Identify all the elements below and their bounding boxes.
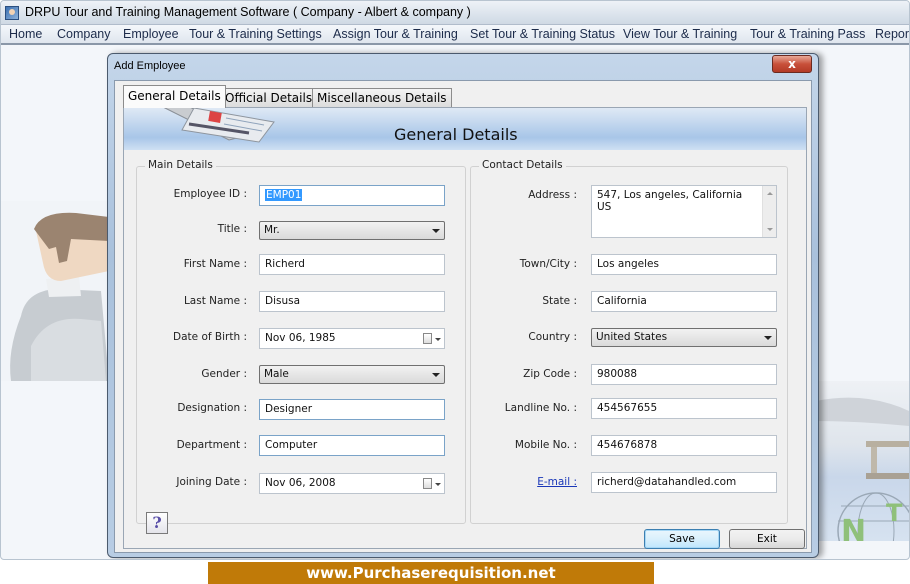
section-heading: General Details [394,125,518,144]
date-of-birth-picker[interactable]: Nov 06, 1985 [259,328,445,349]
menu-tour-training-pass[interactable]: Tour & Training Pass [750,27,865,41]
menu-employee[interactable]: Employee [123,27,179,41]
window-title: DRPU Tour and Training Management Softwa… [25,5,471,19]
menu-home[interactable]: Home [9,27,42,41]
menu-view-tour-training[interactable]: View Tour & Training [623,27,737,41]
menu-company[interactable]: Company [57,27,111,41]
calendar-icon[interactable] [423,333,432,344]
zip-code-input[interactable]: 980088 [591,364,777,385]
town-city-input[interactable]: Los angeles [591,254,777,275]
help-button[interactable]: ? [146,512,168,534]
gender-label: Gender : [201,368,247,380]
employee-id-input[interactable]: EMP01 [259,185,445,206]
state-label: State : [542,295,577,307]
svg-text:N: N [841,514,866,541]
first-name-input[interactable]: Richerd [259,254,445,275]
main-details-group: Main Details Employee ID : EMP01 Title :… [136,159,466,524]
menu-set-tour-training-status[interactable]: Set Tour & Training Status [470,27,615,41]
menu-tour-training-settings[interactable]: Tour & Training Settings [189,27,322,41]
state-input[interactable]: California [591,291,777,312]
address-scrollbar[interactable] [762,186,776,237]
title-label: Title : [217,223,247,235]
address-textarea[interactable]: 547, Los angeles, California US [591,185,777,238]
country-select[interactable]: United States [591,328,777,347]
general-details-panel: General Details Main Details Employee ID… [123,101,807,549]
exit-button[interactable]: Exit [729,529,805,549]
mobile-input[interactable]: 454676878 [591,435,777,456]
scroll-down-icon[interactable] [767,228,773,231]
title-select[interactable]: Mr. [259,221,445,240]
landline-input[interactable]: 454567655 [591,398,777,419]
save-button[interactable]: Save [644,529,720,549]
joining-date-label: Joining Date : [176,476,247,488]
first-name-label: First Name : [183,258,247,270]
last-name-input[interactable]: Disusa [259,291,445,312]
section-banner: General Details [124,101,806,150]
date-of-birth-label: Date of Birth : [173,331,247,343]
add-employee-dialog: Add Employee x General Details Official … [107,53,819,558]
dialog-title: Add Employee [114,60,186,72]
close-icon: x [788,57,796,71]
employee-id-label: Employee ID : [173,188,247,200]
main-details-legend: Main Details [145,159,216,171]
svg-text:T: T [886,499,903,527]
tab-miscellaneous-details[interactable]: Miscellaneous Details [312,88,452,107]
designation-input[interactable]: Designer [259,399,445,420]
person-illustration [1,201,111,381]
country-label: Country : [528,331,577,343]
department-input[interactable]: Computer [259,435,445,456]
contact-details-group: Contact Details Address : 547, Los angel… [470,159,788,524]
title-bar: DRPU Tour and Training Management Softwa… [1,1,909,25]
landline-label: Landline No. : [504,402,577,414]
calendar-icon[interactable] [423,478,432,489]
designation-label: Designation : [177,402,247,414]
globe-airplane-illustration: N T [816,381,909,559]
app-window: DRPU Tour and Training Management Softwa… [0,0,910,560]
dialog-client: General Details Official Details Miscell… [114,80,812,553]
menu-bar: Home Company Employee Tour & Training Se… [1,25,909,45]
email-input[interactable]: richerd@datahandled.com [591,472,777,493]
chevron-down-icon [435,483,441,486]
globe-icon: N T [816,397,909,559]
menu-reports[interactable]: Repor [875,27,909,41]
mobile-label: Mobile No. : [514,439,577,451]
chevron-down-icon [432,229,440,233]
app-icon [5,6,19,20]
website-banner: www.Purchaserequisition.net [208,562,654,584]
chevron-down-icon [432,373,440,377]
zip-code-label: Zip Code : [523,368,577,380]
joining-date-picker[interactable]: Nov 06, 2008 [259,473,445,494]
last-name-label: Last Name : [183,295,247,307]
tab-general-details[interactable]: General Details [123,85,226,108]
menu-assign-tour-training[interactable]: Assign Tour & Training [333,27,458,41]
address-label: Address : [528,189,577,201]
scroll-up-icon[interactable] [767,192,773,195]
chevron-down-icon [764,336,772,340]
chevron-down-icon [435,338,441,341]
town-city-label: Town/City : [519,258,577,270]
email-link[interactable]: E-mail : [537,476,577,488]
contact-details-legend: Contact Details [479,159,566,171]
question-mark-icon: ? [152,513,162,532]
close-button[interactable]: x [772,55,812,73]
department-label: Department : [176,439,247,451]
gender-select[interactable]: Male [259,365,445,384]
